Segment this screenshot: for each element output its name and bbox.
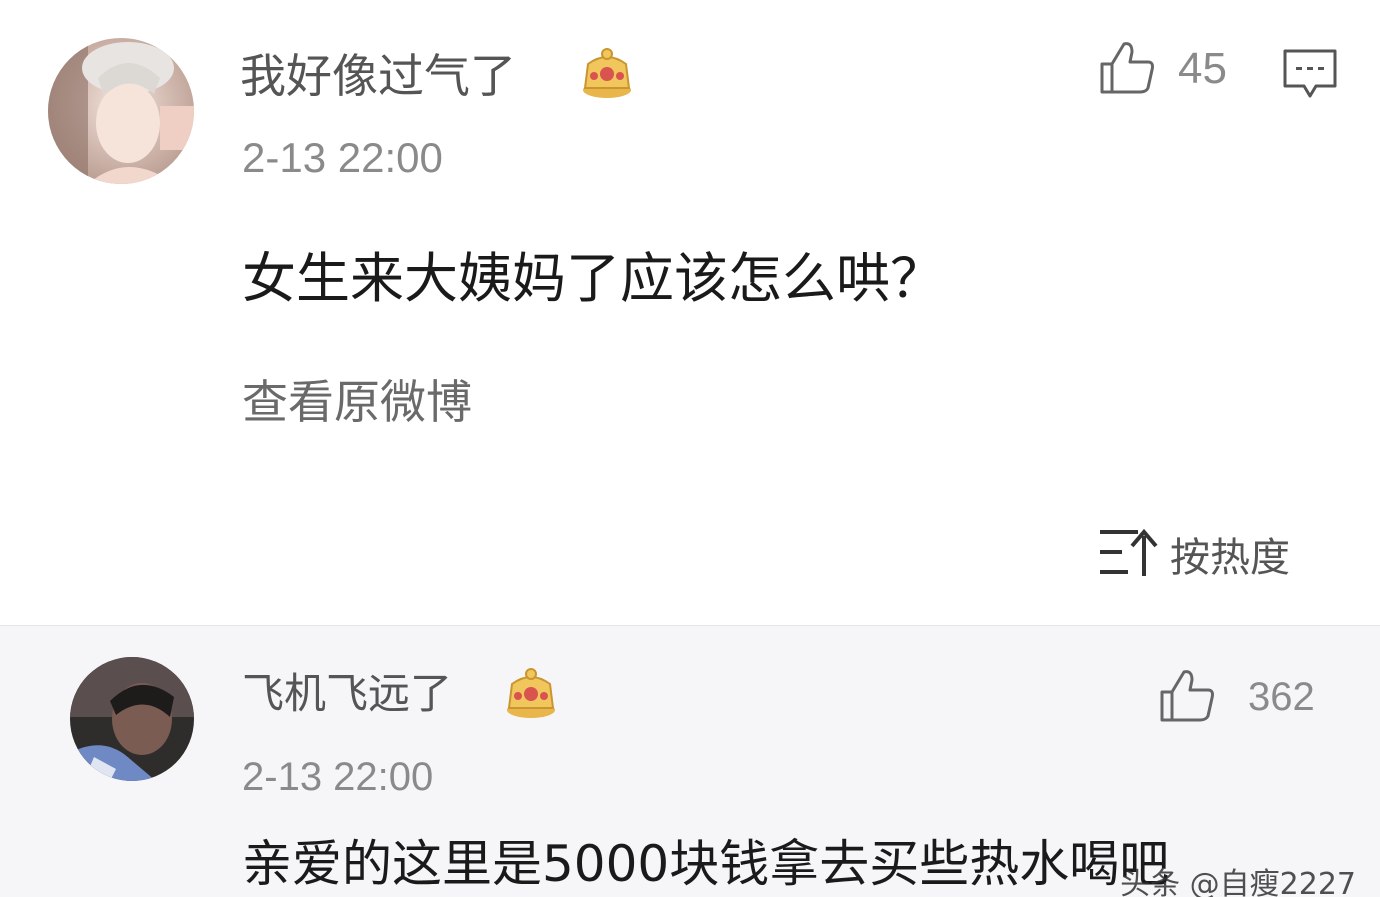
thumbs-up-icon: [1098, 38, 1156, 100]
sort-label: 按热度: [1170, 535, 1290, 581]
comment-more-icon[interactable]: [1282, 48, 1338, 104]
post-content: 女生来大姨妈了应该怎么哄？: [242, 247, 944, 310]
comment-like-count: 362: [1248, 674, 1315, 719]
post-author-name[interactable]: 我好像过气了: [240, 46, 516, 106]
comment-timestamp: 2-13 22:00: [242, 755, 434, 799]
thumbs-up-icon: [1158, 666, 1216, 728]
comment-item: 飞机飞远了 2-13 22:00 亲爱的这里是5000块钱拿去买些热水喝吧 36…: [0, 626, 1380, 897]
sort-icon: [1096, 522, 1162, 586]
post-like-button[interactable]: 45: [1098, 38, 1227, 100]
post-like-count: 45: [1178, 44, 1227, 93]
source-watermark: 头条 @自瘦2227: [1120, 867, 1356, 897]
sort-by-popularity-button[interactable]: 按热度: [1096, 522, 1290, 586]
crown-badge-icon: [504, 664, 558, 724]
post-timestamp: 2-13 22:00: [242, 134, 443, 181]
crown-badge-icon: [580, 44, 634, 104]
post-author-avatar[interactable]: [48, 38, 194, 184]
commenter-name[interactable]: 飞机飞远了: [242, 666, 452, 722]
comment-like-button[interactable]: 362: [1158, 666, 1315, 728]
original-post: 我好像过气了 2-13 22:00 女生来大姨妈了应该怎么哄？ 查看原微博 45: [0, 0, 1380, 626]
comment-content: 亲爱的这里是5000块钱拿去买些热水喝吧: [242, 835, 1170, 893]
weibo-comment-screen: 我好像过气了 2-13 22:00 女生来大姨妈了应该怎么哄？ 查看原微博 45: [0, 0, 1380, 897]
commenter-avatar[interactable]: [70, 657, 194, 781]
view-original-link[interactable]: 查看原微博: [242, 372, 472, 432]
